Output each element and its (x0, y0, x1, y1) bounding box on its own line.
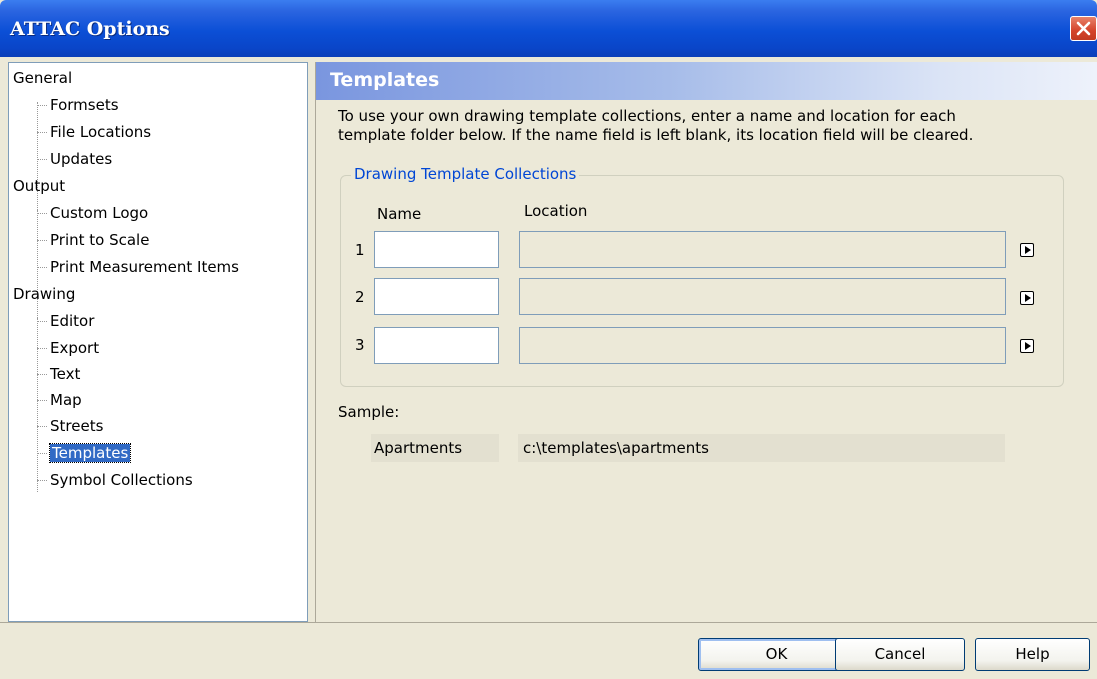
close-button[interactable] (1070, 16, 1097, 41)
tree-item-text[interactable]: Text (36, 363, 80, 385)
options-dialog: ATTAC Options General Formsets File Loca… (0, 0, 1097, 679)
options-tree[interactable]: General Formsets File Locations Updates … (8, 62, 308, 622)
sample-label: Sample: (338, 403, 400, 421)
template-location-field-3 (519, 327, 1006, 364)
browse-button-3[interactable] (1020, 339, 1034, 353)
group-title: Drawing Template Collections (351, 165, 580, 183)
tree-item-export[interactable]: Export (36, 337, 99, 359)
tree-item-print-measurement-items[interactable]: Print Measurement Items (37, 256, 239, 278)
tree-item-formsets[interactable]: Formsets (37, 94, 119, 116)
tree-item-print-to-scale[interactable]: Print to Scale (36, 229, 149, 251)
help-button[interactable]: Help (975, 638, 1090, 671)
description-line-2: template folder below. If the name field… (338, 126, 974, 144)
tree-item-editor[interactable]: Editor (36, 310, 94, 332)
location-column-header: Location (524, 202, 588, 220)
tree-item-file-locations[interactable]: File Locations (36, 121, 151, 143)
close-icon (1076, 21, 1091, 36)
tree-item-map[interactable]: Map (37, 389, 82, 411)
tree-item-output[interactable]: Output (13, 175, 65, 197)
panel-description: To use your own drawing template collect… (338, 107, 1058, 145)
tree-item-general[interactable]: General (13, 67, 72, 89)
row-number: 3 (355, 336, 365, 354)
tree-item-updates[interactable]: Updates (36, 148, 112, 170)
template-name-field-2[interactable] (374, 278, 499, 315)
sample-location-value: c:\templates\apartments (518, 434, 1005, 462)
ok-button[interactable]: OK (698, 638, 855, 671)
tree-connector (37, 318, 38, 492)
row-number: 1 (355, 241, 365, 259)
row-number: 2 (355, 288, 365, 306)
template-location-field-2 (519, 278, 1006, 315)
template-location-field-1 (519, 231, 1006, 268)
sample-name-value: Apartments (371, 434, 499, 462)
tree-item-streets[interactable]: Streets (36, 415, 103, 437)
window-title: ATTAC Options (10, 18, 170, 40)
template-name-field-1[interactable] (374, 231, 499, 268)
description-line-1: To use your own drawing template collect… (338, 107, 956, 125)
tree-item-templates[interactable]: Templates (36, 442, 132, 464)
name-column-header: Name (377, 205, 422, 223)
cancel-button[interactable]: Cancel (835, 638, 965, 671)
template-name-field-3[interactable] (374, 327, 499, 364)
panel-title: Templates (330, 69, 440, 91)
tree-item-drawing[interactable]: Drawing (13, 283, 75, 305)
browse-button-2[interactable] (1020, 291, 1034, 305)
template-collections-group: Drawing Template Collections Name Locati… (340, 165, 1064, 387)
tree-item-custom-logo[interactable]: Custom Logo (36, 202, 148, 224)
title-bar: ATTAC Options (0, 0, 1097, 57)
footer-divider (0, 622, 1097, 623)
tree-connector (37, 210, 38, 330)
browse-button-1[interactable] (1020, 243, 1034, 257)
panel-header: Templates (316, 62, 1097, 100)
tree-item-symbol-collections[interactable]: Symbol Collections (37, 469, 193, 491)
templates-panel: Templates To use your own drawing templa… (315, 62, 1097, 622)
